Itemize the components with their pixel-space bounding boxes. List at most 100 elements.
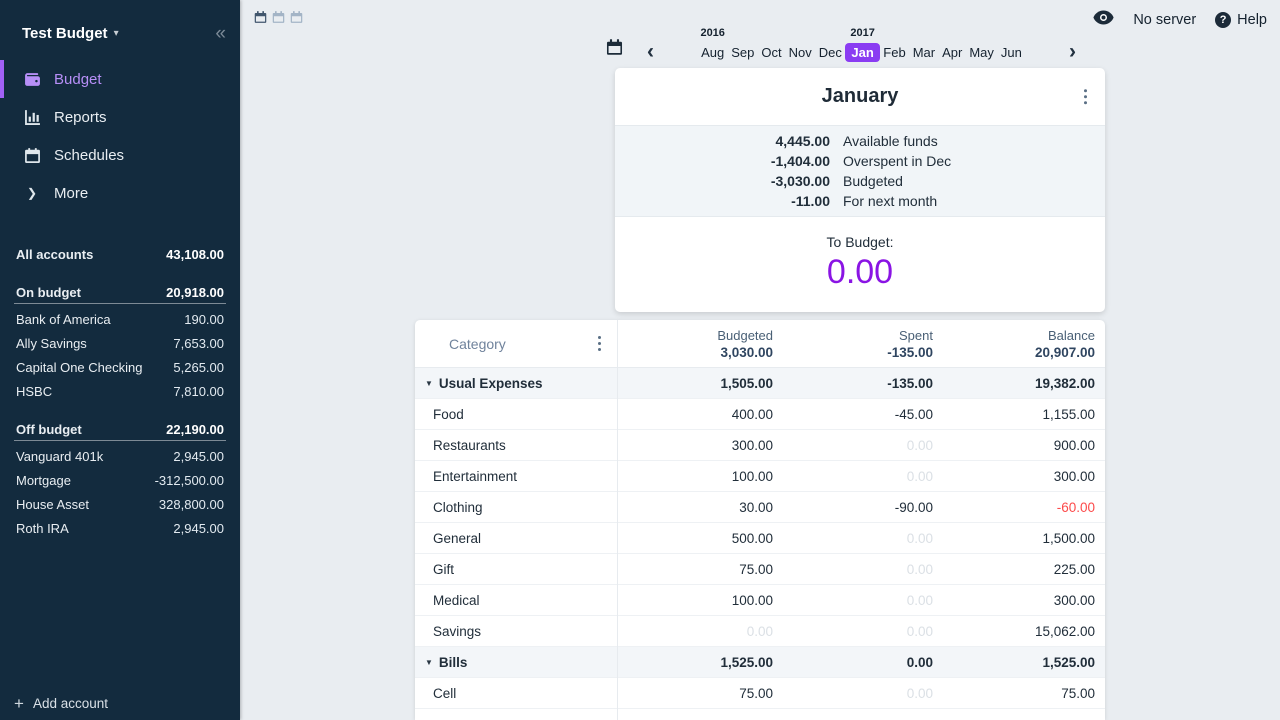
balance-cell[interactable]: 225.00	[943, 562, 1105, 577]
sidebar-item-more[interactable]: ❯ More	[0, 174, 240, 212]
three-month-view-button[interactable]	[290, 10, 303, 29]
budgeted-column-total: 3,030.00	[720, 345, 773, 360]
month-picker-calendar-button[interactable]	[606, 38, 623, 62]
category-name-cell[interactable]: ▼ Clothing	[415, 500, 617, 515]
category-name-cell[interactable]: ▼ Entertainment	[415, 469, 617, 484]
month-tab[interactable]: 2016 Aug	[698, 43, 728, 62]
budgeted-cell[interactable]: 30.00	[617, 500, 783, 515]
on-budget-header-row[interactable]: On budget 20,918.00	[14, 281, 226, 304]
budgeted-cell[interactable]: 300.00	[617, 438, 783, 453]
account-row[interactable]: Vanguard 401k 2,945.00	[0, 444, 240, 468]
add-account-button[interactable]: + Add account	[14, 695, 108, 712]
balance-cell[interactable]: 75.00	[943, 686, 1105, 701]
sidebar-item-schedules[interactable]: Schedules	[0, 136, 240, 174]
category-column-header[interactable]: Category	[415, 320, 617, 367]
balance-cell[interactable]: 1,155.00	[943, 407, 1105, 422]
next-month-button[interactable]: ›	[1067, 45, 1078, 62]
category-name: Gift	[433, 562, 454, 577]
category-menu-kebab-icon[interactable]	[594, 332, 606, 356]
spent-cell[interactable]: -90.00	[783, 500, 943, 515]
spent-cell[interactable]: 0.00	[783, 438, 943, 453]
category-name-cell[interactable]: ▼ Savings	[415, 624, 617, 639]
spent-cell[interactable]: 0.00	[783, 469, 943, 484]
spent-cell[interactable]: -135.00	[783, 376, 943, 391]
budgeted-cell[interactable]: 75.00	[617, 686, 783, 701]
sidebar-item-budget[interactable]: Budget	[0, 60, 240, 98]
category-name-cell[interactable]: ▼ Restaurants	[415, 438, 617, 453]
budgeted-cell[interactable]: 1,525.00	[617, 655, 783, 670]
to-budget-amount[interactable]: 0.00	[615, 253, 1105, 292]
account-row[interactable]: Roth IRA 2,945.00	[0, 516, 240, 540]
off-budget-header-row[interactable]: Off budget 22,190.00	[14, 418, 226, 441]
month-tab[interactable]: Sep	[728, 43, 758, 62]
balance-cell[interactable]: 1,500.00	[943, 531, 1105, 546]
spent-cell[interactable]: 0.00	[783, 531, 943, 546]
two-month-view-button[interactable]	[272, 10, 285, 29]
budgeted-cell[interactable]: 0.00	[617, 624, 783, 639]
category-name-cell[interactable]: ▼ Cell	[415, 686, 617, 701]
budgeted-cell[interactable]: 400.00	[617, 407, 783, 422]
account-row[interactable]: Mortgage -312,500.00	[0, 468, 240, 492]
balance-cell[interactable]: 1,525.00	[943, 655, 1105, 670]
month-tab[interactable]: Feb	[880, 43, 909, 62]
budget-file-switcher[interactable]: Test Budget	[22, 25, 108, 42]
caret-down-icon[interactable]: ▼	[425, 658, 433, 667]
budgeted-column-label[interactable]: Budgeted	[717, 328, 773, 343]
balance-cell[interactable]: 300.00	[943, 469, 1105, 484]
account-row[interactable]: HSBC 7,810.00	[0, 379, 240, 403]
category-name-cell[interactable]: ▼ General	[415, 531, 617, 546]
caret-down-icon[interactable]: ▼	[425, 379, 433, 388]
spent-cell[interactable]: 0.00	[783, 562, 943, 577]
month-tab[interactable]: Oct	[758, 43, 785, 62]
sidebar: Test Budget ▾ « Budget Reports	[0, 0, 240, 720]
account-row[interactable]: Capital One Checking 5,265.00	[0, 355, 240, 379]
balance-cell[interactable]: 19,382.00	[943, 376, 1105, 391]
account-row[interactable]: Ally Savings 7,653.00	[0, 331, 240, 355]
all-accounts-row[interactable]: All accounts 43,108.00	[0, 242, 240, 266]
account-row[interactable]: House Asset 328,800.00	[0, 492, 240, 516]
budgeted-cell[interactable]: 100.00	[617, 469, 783, 484]
funds-label: Available funds	[843, 133, 938, 149]
account-row[interactable]: Bank of America 190.00	[0, 307, 240, 331]
budget-row: ▼ Gift 75.00 0.00 225.00	[415, 554, 1105, 585]
budgeted-cell[interactable]: 500.00	[617, 531, 783, 546]
sidebar-item-reports[interactable]: Reports	[0, 98, 240, 136]
budgeted-cell[interactable]: 75.00	[617, 562, 783, 577]
spent-column-label[interactable]: Spent	[899, 328, 933, 343]
budgeted-cell[interactable]: 100.00	[617, 593, 783, 608]
category-name-cell[interactable]: ▼ Food	[415, 407, 617, 422]
spent-cell[interactable]: 0.00	[783, 624, 943, 639]
month-tab[interactable]: Apr	[939, 43, 966, 62]
one-month-view-button[interactable]	[254, 10, 267, 29]
category-name-cell[interactable]: ▼ Bills	[415, 655, 617, 670]
category-name-cell[interactable]: ▼ Gift	[415, 562, 617, 577]
month-tab[interactable]: Dec	[815, 43, 845, 62]
category-name-cell[interactable]: ▼ Medical	[415, 593, 617, 608]
balance-cell[interactable]: 15,062.00	[943, 624, 1105, 639]
balance-cell[interactable]: 300.00	[943, 593, 1105, 608]
previous-month-button[interactable]: ‹	[645, 45, 656, 62]
server-status-button[interactable]: No server	[1133, 12, 1196, 28]
month-tab[interactable]: May	[966, 43, 998, 62]
privacy-eye-button[interactable]	[1093, 10, 1114, 29]
month-tab[interactable]: Mar	[909, 43, 938, 62]
spent-cell[interactable]: 0.00	[783, 593, 943, 608]
spent-cell[interactable]: -45.00	[783, 407, 943, 422]
month-tab[interactable]: Jun	[997, 43, 1025, 62]
month-tab[interactable]: 2017 Jan	[845, 43, 879, 62]
account-label: On budget	[16, 285, 81, 300]
balance-cell[interactable]: -60.00	[943, 500, 1105, 515]
sidebar-collapse-button[interactable]: «	[215, 24, 226, 43]
funds-summary-row: 4,445.00 Available funds	[615, 131, 1105, 151]
spent-cell[interactable]: 0.00	[783, 655, 943, 670]
balance-cell[interactable]: 900.00	[943, 438, 1105, 453]
budgeted-cell[interactable]: 1,505.00	[617, 376, 783, 391]
spent-cell[interactable]: 0.00	[783, 686, 943, 701]
balance-column-label[interactable]: Balance	[1048, 328, 1095, 343]
month-menu-kebab-icon[interactable]	[1080, 85, 1092, 109]
category-name-cell[interactable]: ▼ Usual Expenses	[415, 376, 617, 391]
month-tab[interactable]: Nov	[785, 43, 815, 62]
help-button[interactable]: ? Help	[1215, 12, 1267, 28]
eye-icon	[1093, 10, 1114, 29]
budget-row: ▼ Bills 1,525.00 0.00 1,525.00	[415, 647, 1105, 678]
